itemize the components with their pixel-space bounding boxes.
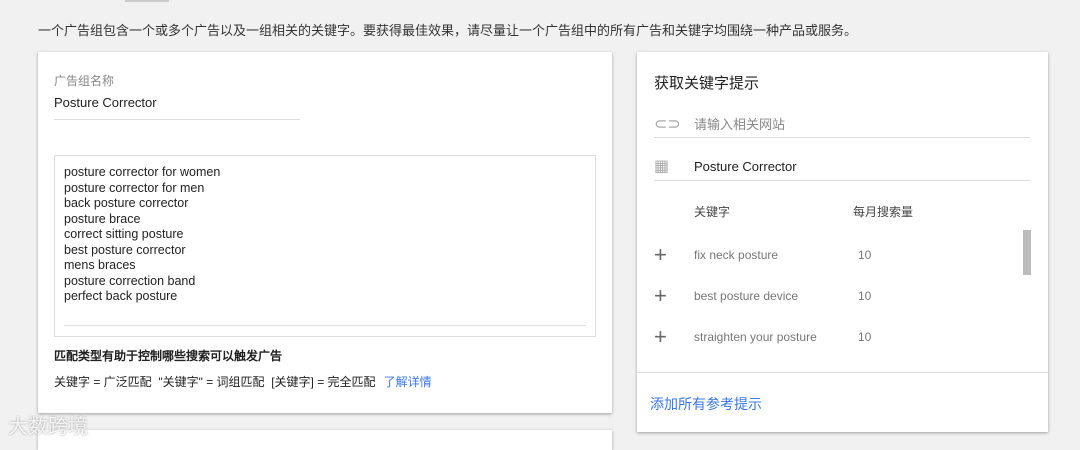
keyword-line: best posture corrector [64, 242, 186, 257]
tab-indicator [125, 0, 169, 2]
keywords-textarea[interactable]: posture corrector for women posture corr… [54, 155, 596, 337]
keyword-line: mens braces [64, 258, 136, 272]
keyword-line: perfect back posture [64, 289, 178, 303]
match-type-text: 关键字 = 广泛匹配 "关键字" = 词组匹配 [关键字] = 完全匹配 [54, 375, 376, 389]
building-icon: ▦ [654, 158, 670, 175]
keyword-line: posture corrector for women [64, 165, 221, 179]
add-icon[interactable]: + [654, 242, 694, 268]
suggestion-row: + fix neck posture 10 [654, 242, 1014, 268]
suggestion-volume: 10 [858, 248, 872, 262]
col-keyword: 关键字 [694, 205, 731, 219]
keyword-line: posture correction band [64, 273, 196, 288]
suggestion-keyword: best posture device [694, 289, 799, 303]
keyword-suggestions-card: 获取关键字提示 ⊂⊃ 请输入相关网站 ▦ Posture Corrector 关键字… [637, 52, 1048, 432]
match-type-title: 匹配类型有助于控制哪些搜索可以触发广告 [54, 349, 283, 363]
link-icon: ⊂⊃ [654, 115, 681, 133]
website-input[interactable]: ⊂⊃ 请输入相关网站 [654, 110, 1030, 138]
suggestion-row: + best posture device 10 [654, 283, 1014, 309]
textarea-underline [64, 325, 586, 326]
add-icon[interactable]: + [654, 283, 694, 309]
scrollbar[interactable] [1023, 230, 1031, 275]
suggestion-keyword: straighten your posture [694, 330, 817, 344]
footer-divider [637, 372, 1048, 373]
learn-more-link[interactable]: 了解详情 [384, 375, 432, 389]
suggestion-keyword: fix neck posture [694, 248, 779, 262]
add-all-suggestions-button[interactable]: 添加所有参考提示 [650, 394, 762, 414]
suggestion-volume: 10 [858, 330, 872, 344]
intro-text: 一个广告组包含一个或多个广告以及一组相关的关键字。要获得最佳效果，请尽量让一个广… [38, 23, 858, 38]
suggestion-volume: 10 [858, 289, 872, 303]
suggestion-row: + straighten your posture 10 [654, 324, 1014, 350]
suggestions-title: 获取关键字提示 [654, 75, 760, 92]
keyword-line: correct sitting posture [64, 227, 184, 241]
add-icon[interactable]: + [654, 324, 694, 350]
ad-group-name-input[interactable]: Posture Corrector [54, 95, 157, 110]
ad-group-card: 广告组名称 Posture Corrector posture correcto… [38, 52, 612, 413]
keyword-line: posture corrector for men [64, 180, 205, 195]
match-type-desc: 关键字 = 广泛匹配 "关键字" = 词组匹配 [关键字] = 完全匹配 了解详情 [54, 373, 432, 390]
product-input[interactable]: ▦ Posture Corrector [654, 152, 1030, 181]
website-placeholder: 请输入相关网站 [694, 117, 786, 132]
col-volume: 每月搜索量 [853, 205, 914, 219]
input-underline [54, 119, 300, 120]
ad-group-name-label: 广告组名称 [54, 74, 115, 88]
watermark: 大数跨境 [8, 416, 88, 438]
keyword-line: back posture corrector [64, 196, 189, 210]
next-card [38, 430, 612, 450]
product-value: Posture Corrector [694, 158, 797, 174]
keyword-line: posture brace [64, 211, 141, 226]
